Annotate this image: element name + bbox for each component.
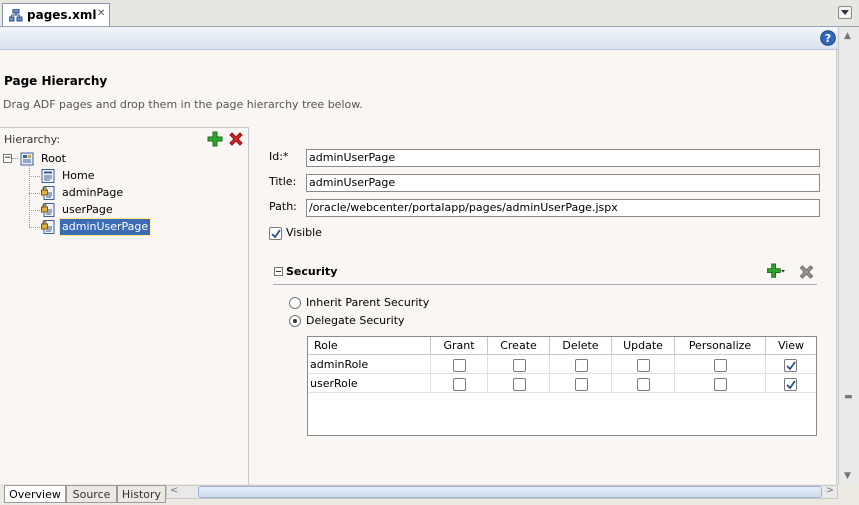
visible-label: Visible xyxy=(286,226,322,239)
column-header-view[interactable]: View xyxy=(766,337,816,355)
title-field[interactable]: adminUserPage xyxy=(306,174,820,192)
tree-collapse-toggle[interactable]: − xyxy=(3,154,12,163)
page-icon xyxy=(41,169,55,183)
security-collapse-toggle[interactable] xyxy=(274,267,283,276)
close-icon[interactable]: ✕ xyxy=(97,8,105,19)
inherit-parent-security-label: Inherit Parent Security xyxy=(306,296,430,309)
admin-update-checkbox[interactable] xyxy=(637,359,650,372)
user-create-checkbox[interactable] xyxy=(513,378,526,391)
green-plus-icon xyxy=(207,131,223,147)
green-plus-icon xyxy=(766,263,785,278)
svg-text:?: ? xyxy=(825,32,831,45)
page-title: Page Hierarchy xyxy=(4,74,108,88)
admin-view-checkbox[interactable] xyxy=(784,359,797,372)
add-role-button[interactable] xyxy=(766,263,785,279)
column-header-role[interactable]: Role xyxy=(308,337,431,355)
hierarchy-label: Hierarchy: xyxy=(4,133,61,146)
vertical-scrollbar[interactable]: ▲ ▬ ▼ xyxy=(838,27,859,485)
user-grant-checkbox[interactable] xyxy=(453,378,466,391)
column-header-grant[interactable]: Grant xyxy=(431,337,488,355)
scroll-left-icon[interactable]: < xyxy=(170,485,178,496)
tree-node-label: Root xyxy=(41,152,66,165)
delete-role-button[interactable] xyxy=(798,264,815,280)
xml-file-icon xyxy=(8,8,23,22)
scroll-right-icon[interactable]: > xyxy=(826,485,834,496)
inherit-parent-security-radio[interactable] xyxy=(289,297,301,309)
scroll-down-icon[interactable]: ▼ xyxy=(844,471,851,481)
user-update-checkbox[interactable] xyxy=(637,378,650,391)
checkmark-icon xyxy=(271,229,281,239)
security-section-header xyxy=(273,263,817,285)
locked-page-icon xyxy=(41,220,55,234)
table-row-role-cell[interactable]: userRole xyxy=(308,374,431,393)
gray-x-icon xyxy=(799,265,814,279)
add-page-button[interactable] xyxy=(207,131,223,147)
hierarchy-panel xyxy=(0,127,249,486)
tree-node-label: adminUserPage xyxy=(58,218,152,236)
path-field[interactable]: /oracle/webcenter/portalapp/pages/adminU… xyxy=(306,199,820,217)
tab-source[interactable]: Source xyxy=(66,485,117,503)
table-row-role-cell[interactable]: adminRole xyxy=(308,355,431,374)
chevron-down-icon xyxy=(841,10,849,15)
locked-page-icon xyxy=(41,186,55,200)
editor-toolbar xyxy=(0,27,839,50)
locked-page-icon xyxy=(41,203,55,217)
checkmark-icon xyxy=(786,380,796,390)
user-view-checkbox[interactable] xyxy=(784,378,797,391)
id-field[interactable]: adminUserPage xyxy=(306,149,820,167)
help-icon[interactable]: ? xyxy=(820,30,836,46)
scroll-thumb-grip: ▬ xyxy=(844,392,853,402)
tab-pages-xml[interactable]: pages.xml ✕ xyxy=(2,3,110,26)
admin-delete-checkbox[interactable] xyxy=(575,359,588,372)
user-personalize-checkbox[interactable] xyxy=(714,378,727,391)
security-title: Security xyxy=(286,265,338,278)
tree-node-label: Home xyxy=(62,169,95,182)
editor-tab-strip xyxy=(0,0,859,27)
tab-overview[interactable]: Overview xyxy=(4,485,66,503)
site-root-icon xyxy=(20,152,34,166)
scroll-up-icon[interactable]: ▲ xyxy=(844,31,851,41)
column-header-delete[interactable]: Delete xyxy=(550,337,612,355)
tree-node-label: adminPage xyxy=(62,186,124,199)
checkmark-icon xyxy=(786,361,796,371)
user-delete-checkbox[interactable] xyxy=(575,378,588,391)
tree-node-label: userPage xyxy=(62,203,113,216)
admin-create-checkbox[interactable] xyxy=(513,359,526,372)
delete-page-button[interactable] xyxy=(228,131,244,147)
delegate-security-radio[interactable] xyxy=(289,315,301,327)
title-label: Title: xyxy=(269,175,297,188)
id-label: Id:* xyxy=(269,150,289,163)
admin-personalize-checkbox[interactable] xyxy=(714,359,727,372)
tab-history[interactable]: History xyxy=(117,485,166,503)
column-header-personalize[interactable]: Personalize xyxy=(675,337,766,355)
horizontal-scroll-thumb[interactable] xyxy=(198,486,822,498)
delegate-security-label: Delegate Security xyxy=(306,314,405,327)
column-header-update[interactable]: Update xyxy=(612,337,675,355)
admin-grant-checkbox[interactable] xyxy=(453,359,466,372)
red-x-icon xyxy=(229,132,243,146)
path-label: Path: xyxy=(269,200,297,213)
tab-list-dropdown-button[interactable] xyxy=(838,6,852,19)
visible-checkbox[interactable] xyxy=(269,227,282,240)
tab-title: pages.xml xyxy=(27,8,97,22)
column-header-create[interactable]: Create xyxy=(488,337,550,355)
page-description: Drag ADF pages and drop them in the page… xyxy=(3,98,363,111)
